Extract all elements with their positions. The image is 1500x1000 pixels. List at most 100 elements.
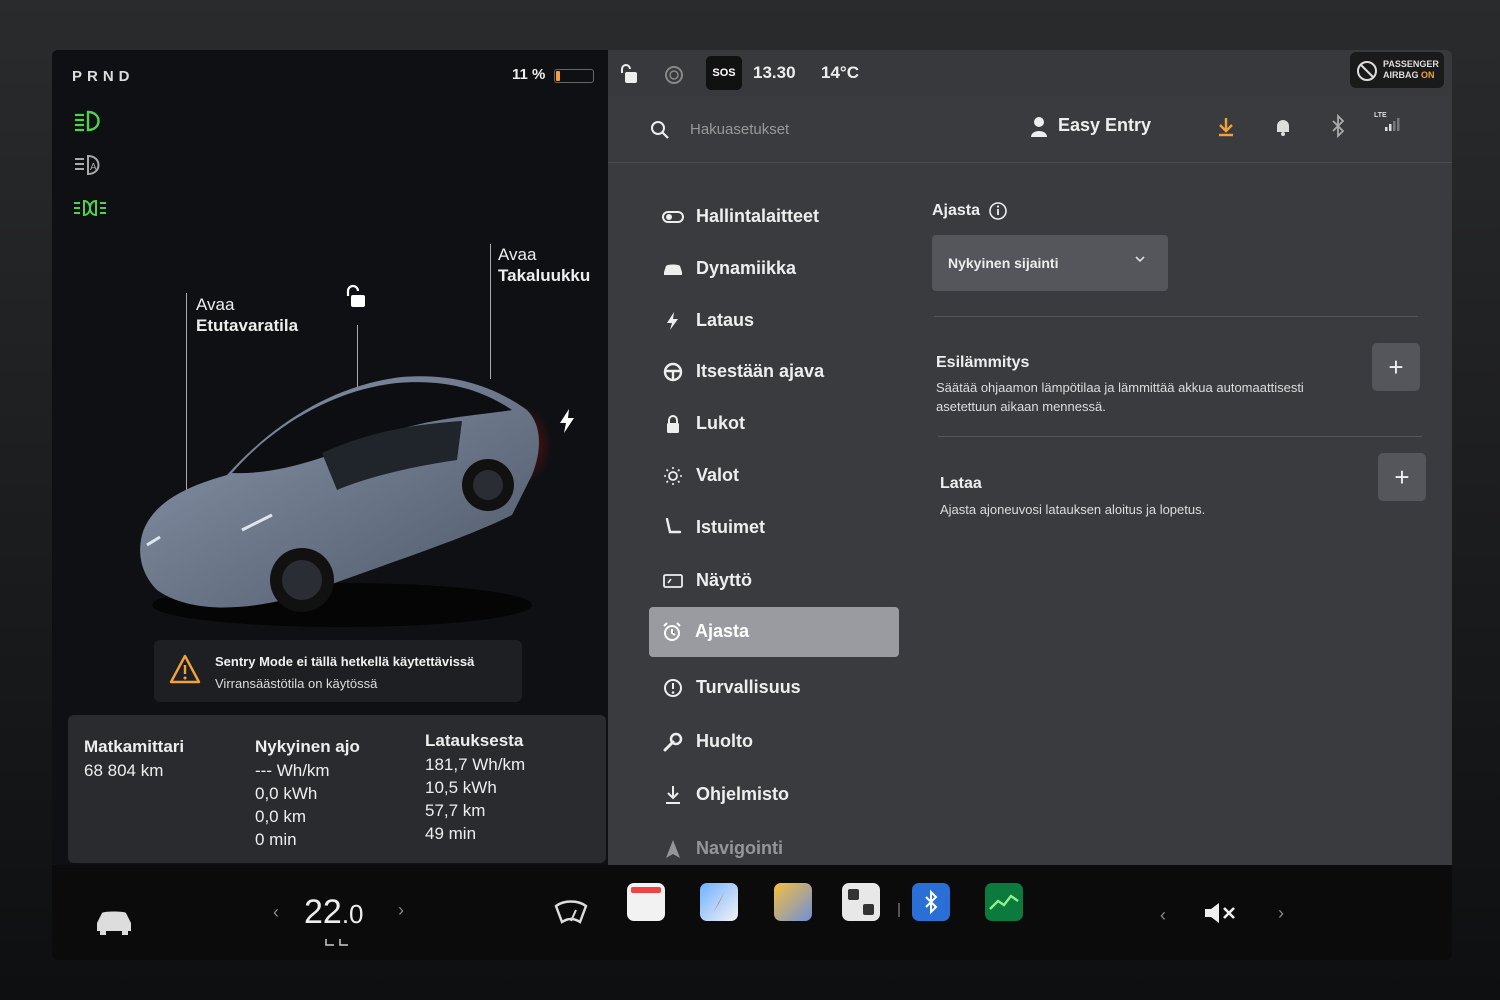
temp-decrease-chevron-icon[interactable]: ‹ (273, 902, 279, 923)
seat-icon (665, 518, 682, 534)
menu-item-istuimet[interactable]: Istuimet (650, 504, 900, 552)
gear-indicator: PRND (72, 68, 135, 85)
navigation-app-icon[interactable] (700, 883, 738, 921)
bluetooth-app-icon[interactable] (912, 883, 950, 921)
since-charge-energy: 10,5 kWh (425, 778, 497, 797)
current-trip-distance: 0,0 km (255, 807, 307, 826)
menu-item-huolto[interactable]: Huolto (650, 718, 900, 766)
info-icon[interactable] (988, 201, 1008, 221)
airbag-text: PASSENGER AIRBAG ON (1383, 59, 1439, 81)
bluetooth-icon[interactable] (1330, 114, 1346, 138)
driver-profile-button[interactable]: Easy Entry (1058, 115, 1151, 136)
current-trip-duration: 0 min (255, 830, 297, 849)
car-controls-icon[interactable] (94, 905, 134, 935)
energy-app-icon[interactable] (985, 883, 1023, 921)
menu-item-lataus[interactable]: Lataus (650, 297, 900, 345)
apps-launcher-icon[interactable] (842, 883, 880, 921)
bolt-icon (667, 312, 678, 330)
temp-integer: 22 (304, 893, 342, 931)
seat-heater-icon[interactable] (324, 937, 354, 949)
menu-label: Istuimet (696, 517, 766, 537)
info-circle-icon (664, 679, 682, 697)
menu-item-dynamiikka[interactable]: Dynamiikka (650, 245, 900, 293)
menu-item-ohjelmisto[interactable]: Ohjelmisto (650, 771, 900, 819)
sentry-warning-subtitle: Virransäästötila on käytössä (215, 676, 378, 691)
preheat-description: Säätää ohjaamon lämpötilaa ja lämmittää … (936, 378, 1304, 416)
temp-increase-chevron-icon[interactable]: › (398, 900, 404, 921)
parking-light-icon (74, 199, 106, 217)
dock-separator (898, 903, 900, 917)
menu-item-valot[interactable]: Valot (650, 452, 900, 500)
odometer-title: Matkamittari (84, 737, 185, 756)
download-icon (666, 786, 680, 804)
menu-item-naytto[interactable]: Näyttö (650, 557, 900, 605)
car-image (140, 376, 552, 627)
menu-label: Turvallisuus (696, 677, 801, 697)
menu-item-turvallisuus[interactable]: Turvallisuus (650, 664, 900, 712)
passenger-airbag-indicator: PASSENGER AIRBAG ON (1350, 52, 1444, 88)
bottom-dock: ‹ 22.0 › ‹ › (52, 865, 1452, 960)
menu-item-hallintalaitteet[interactable]: Hallintalaitteet (650, 193, 900, 241)
tire-pressure-icon[interactable] (664, 65, 684, 85)
search-input[interactable]: Hakuasetukset (690, 121, 789, 138)
open-frunk-button[interactable]: Avaa Etutavaratila (196, 294, 298, 336)
divider (934, 316, 1418, 317)
notification-bell-icon[interactable] (1273, 117, 1293, 137)
menu-label: Ajasta (695, 621, 750, 641)
settings-panel: SOS 13.30 14°C PASSENGER AIRBAG ON Hakua… (608, 50, 1452, 865)
trunk-label-line2: Takaluukku (498, 266, 591, 285)
cellular-signal-icon (1385, 118, 1400, 131)
open-trunk-button[interactable]: Avaa Takaluukku (498, 244, 590, 286)
svg-text:A: A (90, 162, 97, 173)
trunk-label-line1: Avaa (498, 245, 537, 264)
current-trip-column: Nykyinen ajo --- Wh/km 0,0 kWh 0,0 km 0 … (255, 735, 360, 851)
current-trip-title: Nykyinen ajo (255, 737, 360, 756)
location-dropdown-value: Nykyinen sijainti (948, 255, 1059, 271)
auto-headlight-icon: A (75, 154, 100, 176)
chevron-down-icon (1135, 256, 1145, 263)
menu-label: Hallintalaitteet (696, 206, 820, 226)
trip-stats-card[interactable]: Matkamittari 68 804 km Nykyinen ajo --- … (68, 715, 606, 863)
menu-label: Huolto (696, 731, 753, 751)
navigation-icon (666, 840, 680, 858)
cabin-temperature[interactable]: 22.0 (304, 893, 364, 932)
software-update-download-icon[interactable] (1216, 116, 1236, 138)
menu-label: Ohjelmisto (696, 784, 790, 804)
calendar-app-icon[interactable] (627, 883, 665, 921)
bluetooth-symbol-icon (925, 889, 938, 915)
current-trip-energy: 0,0 kWh (255, 784, 318, 803)
lock-status-icon[interactable] (618, 64, 640, 84)
sos-button[interactable]: SOS (706, 56, 742, 90)
sentry-warning-title: Sentry Mode ei tällä hetkellä käytettävi… (215, 654, 475, 669)
unlock-icon[interactable] (342, 284, 368, 310)
trunk-pointer-line (490, 244, 491, 379)
odometer-column: Matkamittari 68 804 km (84, 735, 184, 782)
current-trip-efficiency: --- Wh/km (255, 761, 330, 780)
airbag-icon (1357, 61, 1377, 81)
preheat-description-line2: asetettuun aikaan mennessä. (936, 399, 1106, 414)
volume-up-chevron-icon[interactable]: › (1278, 903, 1284, 924)
charge-port-bolt-icon[interactable] (557, 408, 577, 434)
volume-down-chevron-icon[interactable]: ‹ (1160, 905, 1166, 926)
menu-item-ajasta[interactable]: Ajasta (649, 607, 899, 657)
sentry-mode-warning: Sentry Mode ei tällä hetkellä käytettävi… (154, 640, 522, 702)
sun-icon (664, 467, 682, 485)
add-preheat-button[interactable]: + (1372, 343, 1420, 391)
temp-decimal: .0 (341, 899, 364, 929)
toybox-app-icon[interactable] (774, 883, 812, 921)
menu-label: Itsestään ajava (696, 361, 825, 381)
add-charge-schedule-button[interactable]: + (1378, 453, 1426, 501)
menu-label: Lataus (696, 310, 755, 330)
location-dropdown[interactable]: Nykyinen sijainti (932, 235, 1168, 291)
odometer-value: 68 804 km (84, 761, 164, 780)
menu-item-itsestaan-ajava[interactable]: Itsestään ajava (650, 348, 900, 396)
status-bar: SOS 13.30 14°C PASSENGER AIRBAG ON (608, 50, 1452, 96)
airbag-line2: AIRBAG (1383, 70, 1419, 80)
menu-item-lukot[interactable]: Lukot (650, 400, 900, 448)
airbag-line1: PASSENGER (1383, 59, 1439, 69)
search-icon[interactable] (650, 120, 670, 140)
windshield-wiper-icon[interactable] (554, 900, 588, 926)
warning-triangle-icon (169, 654, 201, 684)
driver-profile-icon[interactable] (1030, 116, 1052, 138)
mute-speaker-icon[interactable] (1202, 900, 1238, 926)
